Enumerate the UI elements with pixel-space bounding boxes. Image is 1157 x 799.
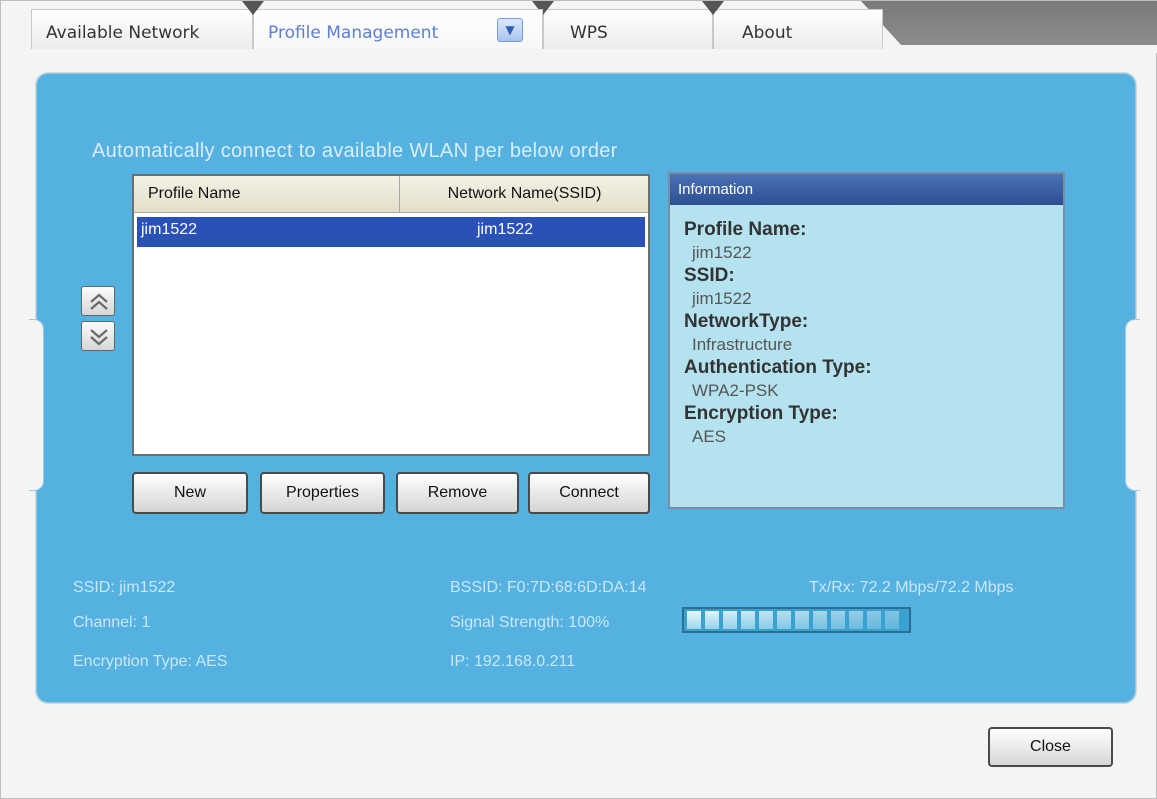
close-button[interactable]: Close	[988, 727, 1113, 767]
table-row[interactable]: jim1522 jim1522	[137, 217, 645, 247]
tab-label: About	[742, 23, 793, 43]
profile-name-value: jim1522	[692, 243, 752, 262]
signal-segment	[723, 611, 737, 629]
list-header: Profile Name Network Name(SSID)	[134, 176, 648, 213]
new-button[interactable]: New	[132, 472, 248, 514]
tab-notch	[242, 1, 264, 15]
tab-label: Available Network	[46, 23, 200, 43]
move-up-button[interactable]	[81, 286, 115, 316]
tab-available-network[interactable]: Available Network	[31, 9, 253, 49]
tab-wps[interactable]: WPS	[532, 1, 713, 49]
encryption-type-label: Encryption Type:	[684, 403, 838, 424]
information-body: Profile Name: jim1522 SSID: jim1522 Netw…	[684, 218, 1054, 448]
signal-segment	[705, 611, 719, 629]
auto-connect-headline: Automatically connect to available WLAN …	[92, 140, 618, 162]
column-header-profile-name[interactable]: Profile Name	[148, 176, 240, 212]
signal-segment	[687, 611, 701, 629]
signal-segment	[759, 611, 773, 629]
status-bssid: BSSID: F0:7D:68:6D:DA:14	[450, 579, 647, 596]
network-type-label: NetworkType:	[684, 311, 809, 332]
tab-about[interactable]: About	[702, 1, 883, 49]
information-panel: Information Profile Name: jim1522 SSID: …	[668, 172, 1065, 509]
status-signal-text: Signal Strength: 100%	[450, 614, 610, 631]
signal-segment	[741, 611, 755, 629]
move-down-button[interactable]	[81, 321, 115, 351]
tab-label: WPS	[570, 23, 608, 43]
encryption-type-value: AES	[692, 427, 727, 446]
ssid-label: SSID:	[684, 265, 735, 286]
status-encryption: Encryption Type: AES	[73, 653, 228, 670]
tab-label: Profile Management	[268, 23, 439, 43]
signal-segment	[777, 611, 791, 629]
double-chevron-down-icon	[90, 329, 108, 346]
profile-name-label: Profile Name:	[684, 219, 807, 240]
signal-segment	[867, 611, 881, 629]
ssid-value: jim1522	[692, 289, 752, 308]
panel-notch-left	[29, 319, 44, 491]
signal-segment	[885, 611, 899, 629]
dropdown-arrow-icon[interactable]: ▼	[497, 18, 523, 42]
profile-list[interactable]: Profile Name Network Name(SSID) jim1522 …	[132, 174, 650, 456]
information-title: Information	[670, 174, 1063, 205]
signal-strength-bar	[682, 607, 911, 633]
signal-segment	[849, 611, 863, 629]
network-type-value: Infrastructure	[692, 335, 793, 354]
properties-button[interactable]: Properties	[260, 472, 385, 514]
status-ip: IP: 192.168.0.211	[450, 653, 576, 670]
row-profile-name: jim1522	[141, 221, 198, 238]
status-txrx: Tx/Rx: 72.2 Mbps/72.2 Mbps	[809, 579, 1014, 596]
auth-type-label: Authentication Type:	[684, 357, 872, 378]
status-ssid: SSID: jim1522	[73, 579, 176, 596]
connect-button[interactable]: Connect	[528, 472, 650, 514]
column-header-ssid[interactable]: Network Name(SSID)	[399, 176, 649, 212]
panel-notch-right	[1125, 319, 1140, 491]
signal-segment	[831, 611, 845, 629]
double-chevron-up-icon	[90, 293, 108, 310]
signal-segment	[795, 611, 809, 629]
remove-button[interactable]: Remove	[396, 472, 519, 514]
row-ssid: jim1522	[477, 221, 534, 238]
auth-type-value: WPA2-PSK	[692, 381, 779, 400]
signal-segment	[813, 611, 827, 629]
status-channel: Channel: 1	[73, 614, 151, 631]
wireless-utility-window: Available Network Profile Management ▼ W…	[0, 0, 1157, 799]
tab-notch	[702, 1, 724, 15]
tab-strip: Available Network Profile Management ▼ W…	[1, 1, 1157, 53]
